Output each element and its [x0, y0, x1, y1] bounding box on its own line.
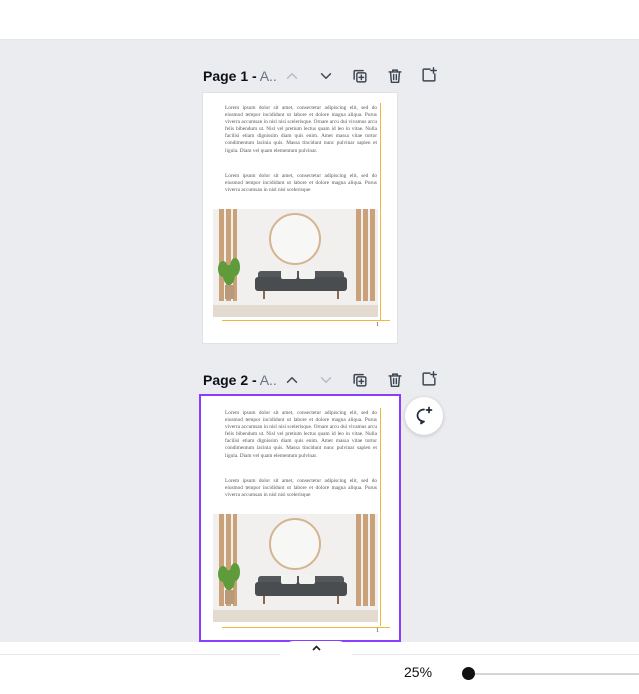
- margin-guide-vertical: [380, 408, 381, 626]
- chevron-down-icon: [320, 377, 332, 383]
- living-room-photo: [213, 209, 378, 317]
- margin-guide-vertical: [380, 103, 381, 321]
- page-2-header: Page 2 - A..: [203, 366, 277, 394]
- page-2-thumbnail[interactable]: Lorem ipsum dolor sit amet, consectetur …: [201, 396, 399, 640]
- add-comment-button[interactable]: [405, 397, 443, 435]
- move-page-up-button[interactable]: [282, 370, 302, 390]
- chevron-up-icon: [286, 377, 298, 383]
- show-pages-toggle[interactable]: [280, 641, 352, 655]
- move-page-down-button[interactable]: [316, 66, 336, 86]
- chevron-up-icon: [311, 645, 321, 651]
- move-page-down-button[interactable]: [316, 370, 336, 390]
- page-name: A..: [259, 372, 277, 388]
- page-1-thumbnail[interactable]: Lorem ipsum dolor sit amet, consectetur …: [203, 93, 397, 343]
- duplicate-page-button[interactable]: [350, 66, 370, 86]
- add-page-icon: [422, 67, 437, 82]
- page-1-header: Page 1 - A..: [203, 62, 277, 90]
- duplicate-page-button[interactable]: [350, 370, 370, 390]
- page-footer-number: 1: [376, 628, 379, 634]
- duplicate-page-icon: [353, 373, 367, 387]
- margin-guide-horizontal: [222, 320, 390, 321]
- zoom-slider-track[interactable]: [468, 673, 639, 675]
- editor-canvas[interactable]: Page 1 - A.. Lorem ipsum dolor sit amet,…: [0, 40, 639, 642]
- page-name: A..: [259, 68, 277, 84]
- add-page-button[interactable]: [419, 369, 439, 389]
- zoom-slider-handle[interactable]: [462, 667, 475, 680]
- page-number-label: Page 1 -: [203, 68, 257, 84]
- add-comment-icon: [416, 406, 433, 425]
- top-toolbar: [0, 0, 639, 40]
- page-1-title[interactable]: Page 1 - A..: [203, 68, 277, 84]
- trash-icon: [388, 69, 402, 84]
- body-paragraph-1: Lorem ipsum dolor sit amet, consectetur …: [225, 410, 377, 459]
- chevron-up-icon: [286, 73, 298, 79]
- delete-page-button[interactable]: [385, 370, 405, 390]
- zoom-level[interactable]: 25%: [404, 664, 432, 680]
- page-2-title[interactable]: Page 2 - A..: [203, 372, 277, 388]
- delete-page-button[interactable]: [385, 66, 405, 86]
- duplicate-page-icon: [353, 69, 367, 83]
- page-footer-number: 1: [376, 322, 379, 328]
- trash-icon: [388, 373, 402, 388]
- body-paragraph-2: Lorem ipsum dolor sit amet, consectetur …: [225, 173, 377, 194]
- living-room-photo: [213, 514, 378, 622]
- add-page-button[interactable]: [419, 65, 439, 85]
- margin-guide-horizontal: [222, 627, 390, 628]
- chevron-down-icon: [320, 73, 332, 79]
- add-page-icon: [422, 371, 437, 386]
- move-page-up-button[interactable]: [282, 66, 302, 86]
- page-number-label: Page 2 -: [203, 372, 257, 388]
- body-paragraph-1: Lorem ipsum dolor sit amet, consectetur …: [225, 105, 377, 154]
- body-paragraph-2: Lorem ipsum dolor sit amet, consectetur …: [225, 478, 377, 499]
